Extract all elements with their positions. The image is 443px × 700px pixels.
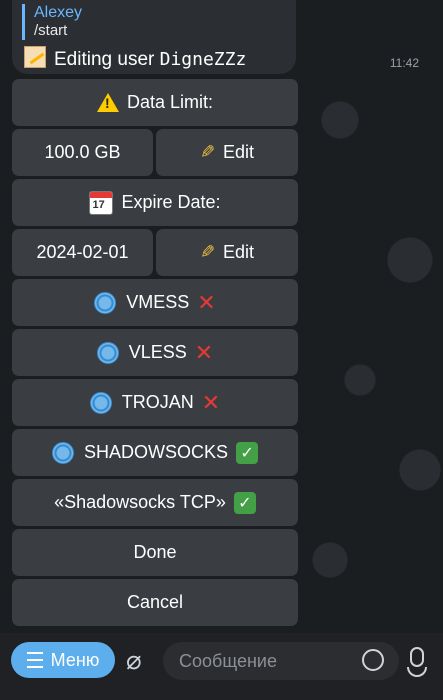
memo-icon	[24, 46, 46, 68]
attach-icon[interactable]: ⌀	[126, 645, 152, 675]
protocol-trojan-button[interactable]: TROJAN ✕	[12, 379, 298, 426]
menu-icon	[26, 652, 43, 668]
reply-text: /start	[34, 22, 68, 39]
message-time: 11:42	[389, 56, 419, 70]
done-label: Done	[133, 542, 177, 562]
data-limit-value: 100.0 GB	[44, 142, 121, 162]
calendar-icon	[89, 190, 114, 215]
message-placeholder: Сообщение	[179, 650, 277, 671]
username: DigneZZz	[159, 49, 247, 70]
expire-date-value-button[interactable]: 2024-02-01	[12, 229, 153, 276]
protocol-shadowsocks-button[interactable]: SHADOWSOCKS ✓	[12, 429, 298, 476]
globe-icon	[89, 391, 112, 414]
protocol-vmess-button[interactable]: VMESS ✕	[12, 279, 298, 326]
protocol-name: VLESS	[128, 342, 187, 362]
edit-label: Edit	[223, 142, 255, 162]
protocol-vless-button[interactable]: VLESS ✕	[12, 329, 298, 376]
cancel-label: Cancel	[126, 592, 184, 612]
protocol-name: SHADOWSOCKS	[83, 442, 229, 462]
expire-date-value: 2024-02-01	[36, 242, 129, 262]
reply-quote[interactable]: Alexey /start	[22, 4, 82, 40]
message-text: Editing user DigneZZz	[24, 46, 246, 72]
reply-author: Alexey	[34, 4, 83, 21]
data-limit-header-button[interactable]: Data Limit:	[12, 79, 298, 126]
globe-icon	[94, 291, 117, 314]
warning-icon	[96, 93, 119, 112]
pencil-icon: ✎	[199, 142, 216, 162]
message-prefix: Editing user	[54, 49, 160, 70]
pencil-icon: ✎	[199, 242, 216, 262]
data-limit-value-button[interactable]: 100.0 GB	[12, 129, 153, 176]
cross-mark-icon: ✕	[197, 289, 216, 315]
sticker-icon[interactable]	[362, 649, 384, 671]
inbound-shadowsocks-tcp-button[interactable]: «Shadowsocks TCP» ✓	[12, 479, 298, 526]
expire-date-edit-button[interactable]: ✎ Edit	[156, 229, 298, 276]
cancel-button[interactable]: Cancel	[12, 579, 298, 626]
data-limit-edit-button[interactable]: ✎ Edit	[156, 129, 298, 176]
done-button[interactable]: Done	[12, 529, 298, 576]
protocol-name: TROJAN	[121, 392, 194, 412]
globe-icon	[51, 441, 74, 464]
protocol-name: VMESS	[126, 292, 190, 312]
microphone-icon[interactable]	[410, 647, 424, 667]
globe-icon	[96, 341, 119, 364]
inbound-label: «Shadowsocks TCP»	[54, 492, 226, 512]
data-limit-label: Data Limit:	[126, 92, 214, 112]
cross-mark-icon: ✕	[194, 339, 214, 365]
menu-button[interactable]: Меню	[11, 642, 115, 678]
edit-label: Edit	[223, 242, 255, 262]
check-mark-icon: ✓	[233, 491, 256, 514]
cross-mark-icon: ✕	[201, 389, 221, 415]
expire-date-header-button[interactable]: Expire Date:	[12, 179, 298, 226]
expire-date-label: Expire Date:	[121, 192, 221, 212]
menu-label: Меню	[50, 649, 100, 670]
check-mark-icon: ✓	[236, 441, 259, 464]
